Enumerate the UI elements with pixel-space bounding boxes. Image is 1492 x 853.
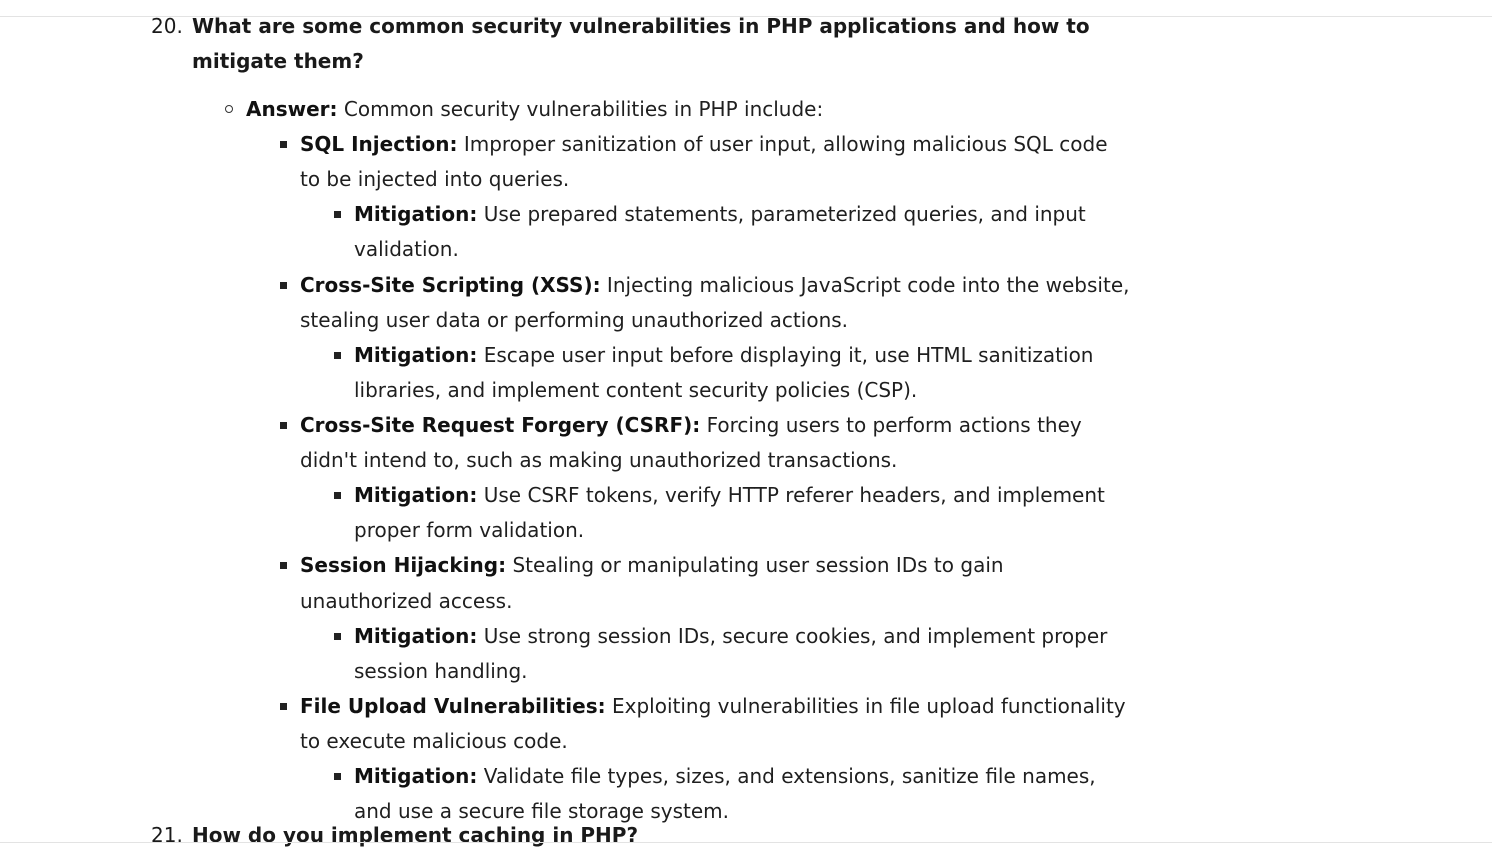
vuln-sql-injection-line-2: to be injected into queries. xyxy=(300,167,570,191)
vuln-session-hijacking-line-2: unauthorized access. xyxy=(300,589,513,613)
mitigation-text: Use CSRF tokens, verify HTTP referer hea… xyxy=(477,483,1105,507)
vuln-description: Injecting malicious JavaScript code into… xyxy=(600,273,1130,297)
vuln-description: Forcing users to perform actions they xyxy=(700,413,1082,437)
square-bullet-icon xyxy=(280,141,287,148)
mitigation-text: Use prepared statements, parameterized q… xyxy=(477,202,1086,226)
square-bullet-icon xyxy=(280,422,287,429)
square-bullet-icon xyxy=(280,282,287,289)
mitigation-text: Use strong session IDs, secure cookies, … xyxy=(477,624,1108,648)
mitigation-csrf-line-1: Mitigation: Use CSRF tokens, verify HTTP… xyxy=(354,478,1105,513)
question-21-number: 21. xyxy=(151,823,183,847)
answer-label: Answer: xyxy=(246,97,338,121)
vuln-file-upload-line-2: to execute malicious code. xyxy=(300,729,568,753)
mitigation-text: Escape user input before displaying it, … xyxy=(477,343,1094,367)
question-20-line-1: What are some common security vulnerabil… xyxy=(192,14,1090,38)
mitigation-file-upload-line-1: Mitigation: Validate file types, sizes, … xyxy=(354,759,1096,794)
answer-text: Common security vulnerabilities in PHP i… xyxy=(337,97,824,121)
mitigation-sql-injection-line-2: validation. xyxy=(354,237,459,261)
vuln-description: Improper sanitization of user input, all… xyxy=(457,132,1108,156)
square-bullet-icon xyxy=(280,703,287,710)
answer-line: Answer: Common security vulnerabilities … xyxy=(246,92,823,127)
vuln-file-upload-line-1: File Upload Vulnerabilities: Exploiting … xyxy=(300,689,1126,724)
square-bullet-icon xyxy=(334,352,341,359)
vuln-description: Stealing or manipulating user session ID… xyxy=(506,553,1004,577)
mitigation-label: Mitigation: xyxy=(354,483,478,507)
vuln-xss-line-1: Cross-Site Scripting (XSS): Injecting ma… xyxy=(300,268,1129,303)
vuln-description: Exploiting vulnerabilities in file uploa… xyxy=(605,694,1126,718)
square-bullet-icon xyxy=(334,633,341,640)
vuln-title: File Upload Vulnerabilities: xyxy=(300,694,606,718)
mitigation-xss-line-2: libraries, and implement content securit… xyxy=(354,378,918,402)
vuln-title: Session Hijacking: xyxy=(300,553,507,577)
mitigation-label: Mitigation: xyxy=(354,202,478,226)
mitigation-text: Validate file types, sizes, and extensio… xyxy=(477,764,1096,788)
circle-bullet-icon xyxy=(225,105,233,113)
square-bullet-icon xyxy=(280,562,287,569)
vuln-sql-injection-line-1: SQL Injection: Improper sanitization of … xyxy=(300,127,1108,162)
question-21-title: How do you implement caching in PHP? xyxy=(192,823,639,847)
question-20-line-2: mitigate them? xyxy=(192,49,364,73)
mitigation-label: Mitigation: xyxy=(354,624,478,648)
mitigation-label: Mitigation: xyxy=(354,764,478,788)
mitigation-xss-line-1: Mitigation: Escape user input before dis… xyxy=(354,338,1093,373)
mitigation-sql-injection-line-1: Mitigation: Use prepared statements, par… xyxy=(354,197,1086,232)
vuln-session-hijacking-line-1: Session Hijacking: Stealing or manipulat… xyxy=(300,548,1004,583)
mitigation-label: Mitigation: xyxy=(354,343,478,367)
vuln-title: SQL Injection: xyxy=(300,132,458,156)
question-20-title: What are some common security vulnerabil… xyxy=(192,9,1152,79)
bottom-divider xyxy=(0,842,1492,843)
vuln-title: Cross-Site Scripting (XSS): xyxy=(300,273,601,297)
square-bullet-icon xyxy=(334,211,341,218)
question-20-number: 20. xyxy=(151,14,183,38)
mitigation-session-hijacking-line-1: Mitigation: Use strong session IDs, secu… xyxy=(354,619,1107,654)
vuln-xss-line-2: stealing user data or performing unautho… xyxy=(300,308,849,332)
document-body: 20. What are some common security vulner… xyxy=(0,0,1492,847)
vuln-csrf-line-1: Cross-Site Request Forgery (CSRF): Forci… xyxy=(300,408,1082,443)
vuln-title: Cross-Site Request Forgery (CSRF): xyxy=(300,413,701,437)
vuln-csrf-line-2: didn't intend to, such as making unautho… xyxy=(300,448,898,472)
square-bullet-icon xyxy=(334,492,341,499)
square-bullet-icon xyxy=(334,773,341,780)
mitigation-session-hijacking-line-2: session handling. xyxy=(354,659,528,683)
mitigation-csrf-line-2: proper form validation. xyxy=(354,518,585,542)
